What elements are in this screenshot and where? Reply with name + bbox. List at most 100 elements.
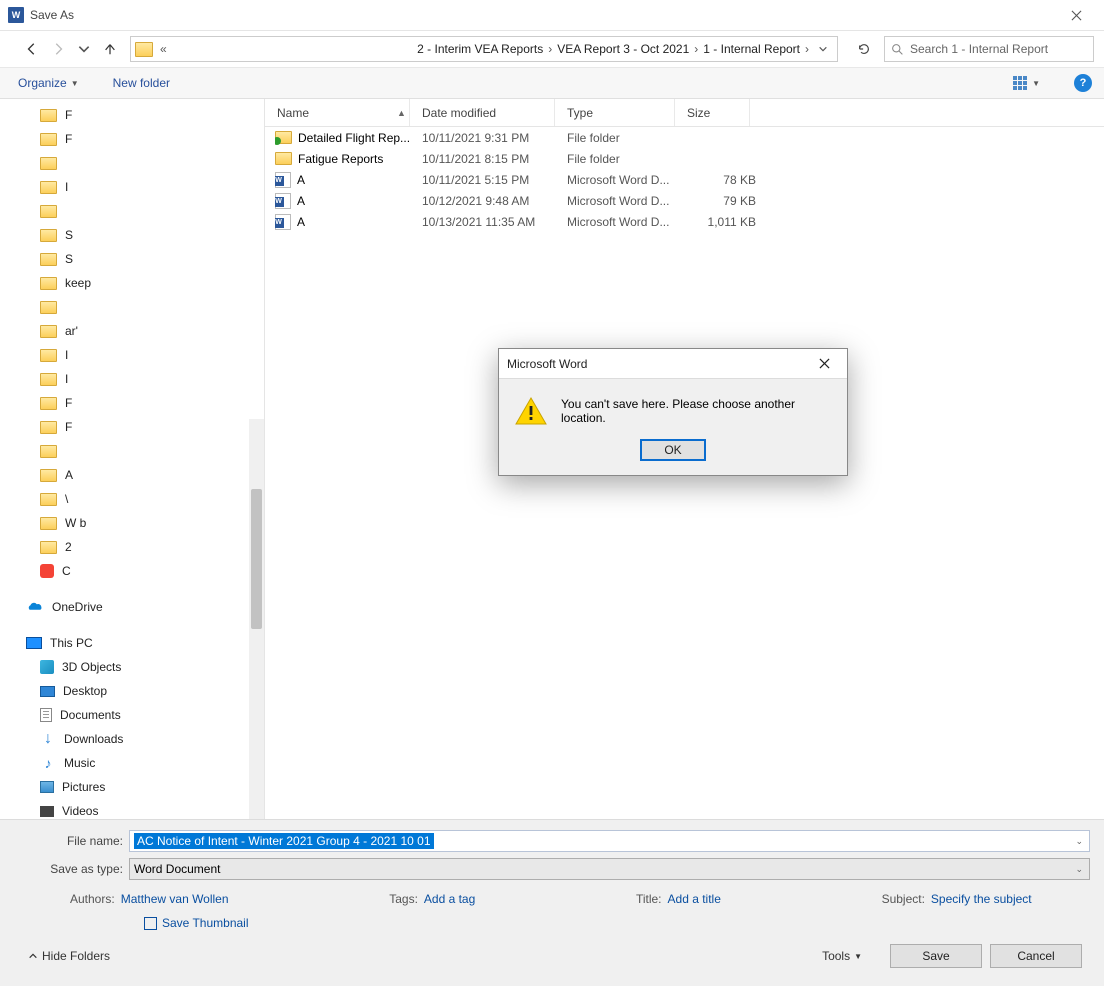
sidebar-scrollbar[interactable] [249, 419, 264, 819]
file-row[interactable]: A10/12/2021 9:48 AMMicrosoft Word D...79… [265, 190, 1104, 211]
column-headers[interactable]: Name▲ Date modified Type Size [265, 99, 1104, 127]
sidebar-item-videos[interactable]: Videos [0, 799, 264, 819]
sidebar-item[interactable]: A [0, 463, 264, 487]
close-button[interactable] [1056, 0, 1096, 30]
sidebar-item[interactable]: ar' [0, 319, 264, 343]
help-button[interactable]: ? [1074, 74, 1092, 92]
tools-menu[interactable]: Tools ▼ [822, 949, 862, 963]
forward-button[interactable] [46, 37, 70, 61]
folder-icon [40, 205, 57, 218]
file-row[interactable]: Detailed Flight Rep... 10/11/2021 9:31 PM… [265, 127, 1104, 148]
folder-icon [40, 277, 57, 290]
title-label: Title: [636, 892, 662, 906]
address-dropdown[interactable] [813, 39, 833, 59]
sidebar-item[interactable]: C [0, 559, 264, 583]
tags-input[interactable]: Add a tag [424, 892, 475, 906]
search-input[interactable]: Search 1 - Internal Report [884, 36, 1094, 62]
sidebar-item[interactable] [0, 295, 264, 319]
navigation-tree[interactable]: FFISSkeepar'IIFFA\W b2 C OneDrive This P… [0, 99, 265, 819]
sidebar-item[interactable]: F [0, 127, 264, 151]
desktop-icon [40, 686, 55, 697]
breadcrumb-segment[interactable]: 1 - Internal Report [702, 42, 801, 56]
sidebar-item[interactable]: F [0, 391, 264, 415]
chevron-right-icon[interactable]: › [801, 42, 813, 56]
sidebar-item[interactable]: F [0, 415, 264, 439]
subject-label: Subject: [882, 892, 925, 906]
dropdown-caret-icon[interactable]: ⌄ [1075, 836, 1083, 847]
cube-icon [40, 660, 54, 674]
dialog-ok-button[interactable]: OK [640, 439, 706, 461]
organize-menu[interactable]: Organize ▼ [12, 73, 85, 93]
sidebar-item[interactable]: I [0, 343, 264, 367]
word-file-icon [275, 193, 291, 209]
file-name: Detailed Flight Rep... [298, 131, 410, 145]
authors-label: Authors: [70, 892, 115, 906]
title-input[interactable]: Add a title [668, 892, 721, 906]
sidebar-item[interactable]: I [0, 175, 264, 199]
file-name: Fatigue Reports [298, 152, 383, 166]
new-folder-button[interactable]: New folder [107, 73, 176, 93]
back-button[interactable] [20, 37, 44, 61]
address-bar[interactable]: « 2 - Interim VEA Reports › VEA Report 3… [130, 36, 838, 62]
window-title: Save As [30, 8, 74, 22]
sidebar-item[interactable]: S [0, 247, 264, 271]
sidebar-item[interactable] [0, 439, 264, 463]
sidebar-item[interactable]: W b [0, 511, 264, 535]
file-size: 78 KB [687, 173, 762, 187]
sidebar-item-thispc[interactable]: This PC [0, 631, 264, 655]
chevron-right-icon[interactable]: › [690, 42, 702, 56]
sidebar-item-3dobjects[interactable]: 3D Objects [0, 655, 264, 679]
breadcrumb-segment[interactable]: 2 - Interim VEA Reports [416, 42, 544, 56]
sidebar-item[interactable]: I [0, 367, 264, 391]
sidebar-item[interactable]: 2 [0, 535, 264, 559]
dropdown-caret-icon[interactable]: ⌄ [1075, 864, 1083, 875]
file-row[interactable]: Fatigue Reports10/11/2021 8:15 PMFile fo… [265, 148, 1104, 169]
breadcrumb-collapsed[interactable]: « [156, 42, 171, 56]
folder-icon [40, 493, 57, 506]
recent-dropdown[interactable] [72, 37, 96, 61]
filename-input[interactable]: AC Notice of Intent - Winter 2021 Group … [129, 830, 1090, 852]
savetype-select[interactable]: Word Document ⌄ [129, 858, 1090, 880]
save-button[interactable]: Save [890, 944, 982, 968]
sort-indicator-icon: ▲ [397, 108, 409, 118]
folder-icon [40, 541, 57, 554]
sidebar-item-pictures[interactable]: Pictures [0, 775, 264, 799]
sidebar-item-desktop[interactable]: Desktop [0, 679, 264, 703]
dialog-title: Microsoft Word [507, 357, 587, 371]
sidebar-item[interactable] [0, 151, 264, 175]
folder-icon [40, 421, 57, 434]
dialog-close-button[interactable] [809, 350, 839, 378]
folder-icon [40, 157, 57, 170]
warning-icon [515, 397, 547, 425]
sidebar-item-documents[interactable]: Documents [0, 703, 264, 727]
search-placeholder: Search 1 - Internal Report [910, 42, 1048, 56]
sidebar-item[interactable]: keep [0, 271, 264, 295]
file-date: 10/11/2021 9:31 PM [422, 131, 567, 145]
sidebar-item[interactable]: \ [0, 487, 264, 511]
sidebar-item-onedrive[interactable]: OneDrive [0, 595, 264, 619]
sidebar-item[interactable]: F [0, 103, 264, 127]
refresh-button[interactable] [850, 36, 878, 62]
file-type: Microsoft Word D... [567, 194, 687, 208]
folder-icon [40, 397, 57, 410]
up-button[interactable] [98, 37, 122, 61]
file-row[interactable]: A10/13/2021 11:35 AMMicrosoft Word D...1… [265, 211, 1104, 232]
subject-input[interactable]: Specify the subject [931, 892, 1032, 906]
breadcrumb-segment[interactable]: VEA Report 3 - Oct 2021 [556, 42, 690, 56]
authors-value[interactable]: Matthew van Wollen [121, 892, 229, 906]
file-name: A [297, 194, 305, 208]
tags-label: Tags: [389, 892, 418, 906]
folder-icon [40, 253, 57, 266]
sidebar-item[interactable] [0, 199, 264, 223]
file-row[interactable]: A10/11/2021 5:15 PMMicrosoft Word D...78… [265, 169, 1104, 190]
folder-icon [40, 133, 57, 146]
sidebar-item-downloads[interactable]: ↓Downloads [0, 727, 264, 751]
chevron-right-icon[interactable]: › [544, 42, 556, 56]
save-thumbnail-label[interactable]: Save Thumbnail [162, 916, 249, 930]
view-options[interactable]: ▼ [1013, 76, 1040, 90]
sidebar-item[interactable]: S [0, 223, 264, 247]
save-thumbnail-checkbox[interactable] [144, 917, 157, 930]
sidebar-item-music[interactable]: ♪Music [0, 751, 264, 775]
cancel-button[interactable]: Cancel [990, 944, 1082, 968]
hide-folders-toggle[interactable]: Hide Folders [28, 949, 110, 963]
